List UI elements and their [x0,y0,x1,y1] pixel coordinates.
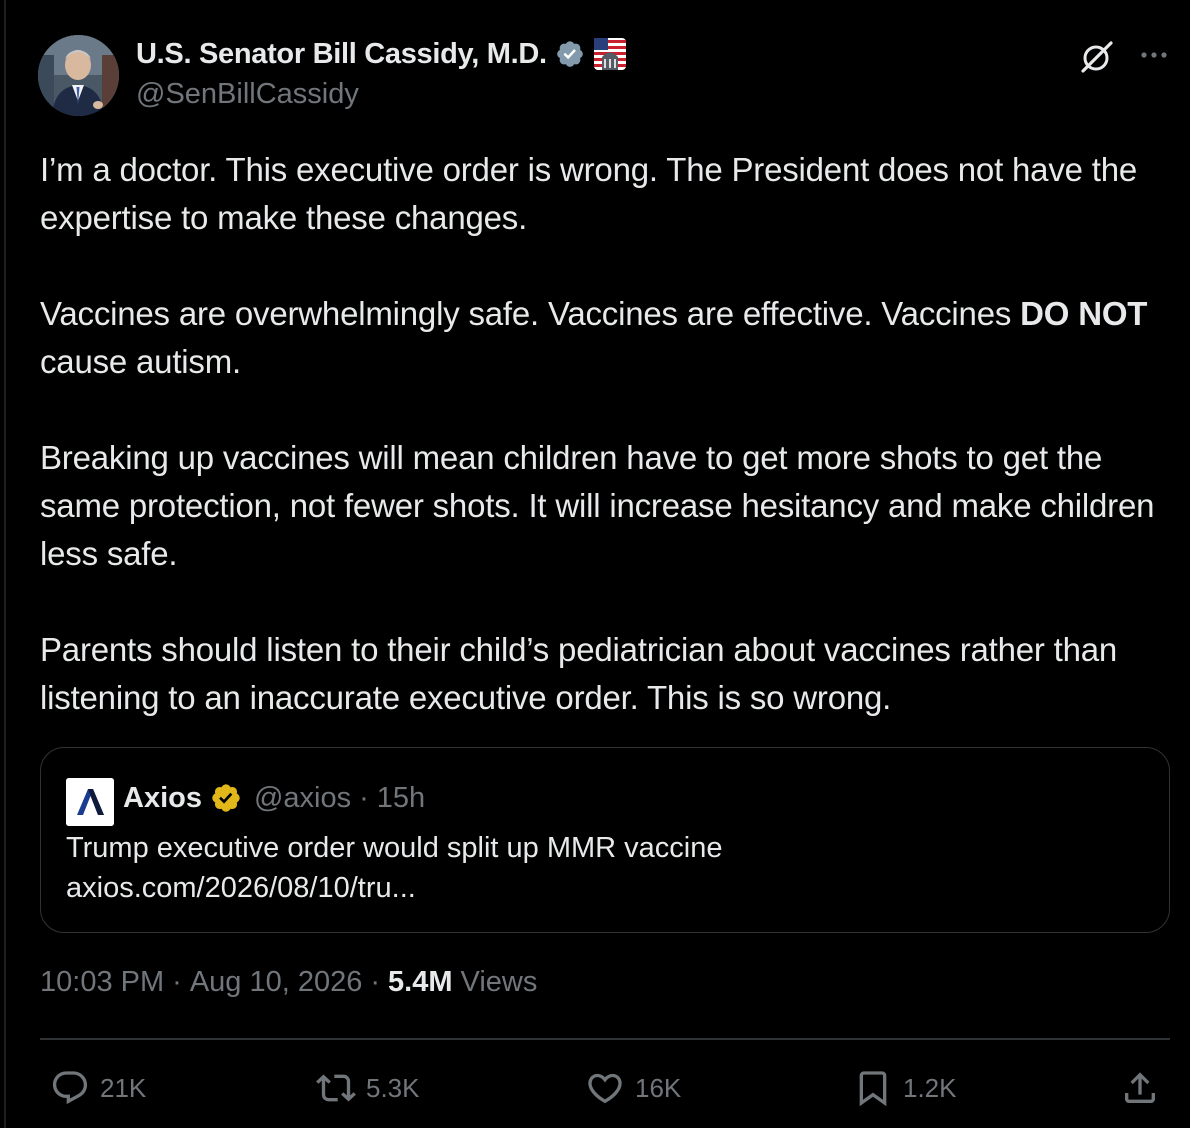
axios-logo-icon [66,778,114,826]
share-button[interactable] [1120,1068,1160,1108]
reply-button[interactable]: 21K [50,1068,146,1108]
action-bar: 21K 5.3K 16K 1.2K [40,1060,1170,1120]
column-border [4,0,6,1128]
government-badge-icon [593,38,626,70]
divider [40,1038,1170,1040]
heart-icon [588,1073,622,1104]
tweet-paragraph: Parents should listen to their child’s p… [40,631,1118,716]
quoted-author-name: Axios [123,781,202,814]
repost-count: 5.3K [366,1072,420,1103]
avatar[interactable] [38,35,119,116]
reply-count: 21K [100,1072,147,1103]
tweet-paragraph: I’m a doctor. This executive order is wr… [40,151,1138,236]
like-count: 16K [635,1072,682,1103]
repost-icon [316,1074,356,1102]
bookmark-count: 1.2K [903,1072,957,1103]
author-handle[interactable]: @SenBillCassidy [136,78,359,111]
post-date[interactable]: Aug 10, 2026 [190,966,363,999]
text-run: Vaccines are overwhelmingly safe. Vaccin… [40,295,1021,332]
reply-icon [52,1071,88,1105]
quoted-text-line: Trump executive order would split up MMR… [66,832,723,864]
quoted-timestamp: 15h [376,781,426,814]
share-icon [1125,1072,1155,1103]
more-options-icon[interactable] [1138,40,1170,70]
quoted-link[interactable]: axios.com/2026/08/10/tru... [66,868,723,908]
like-button[interactable]: 16K [585,1068,681,1108]
bookmark-icon [859,1071,887,1107]
emphasis-text: DO NOT [1020,295,1148,332]
quoted-author-handle: @axios [253,781,352,814]
grok-icon[interactable] [1078,38,1116,76]
author-display-name[interactable]: U.S. Senator Bill Cassidy, M.D. [136,38,547,71]
verified-org-badge-icon [212,784,240,812]
views-count[interactable]: 5.4M [388,966,452,999]
tweet-text: I’m a doctor. This executive order is wr… [40,146,1160,722]
tweet-paragraph: Vaccines are overwhelmingly safe. Vaccin… [40,290,1160,386]
text-run: cause autism. [40,343,241,380]
separator-dot: · [172,966,182,998]
separator-dot: · [359,781,369,814]
quoted-tweet-header: Axios @axios · 15h [123,776,425,820]
verified-badge-icon[interactable] [555,39,585,69]
quoted-tweet-card[interactable]: Axios @axios · 15h Trump executive order… [40,747,1170,933]
bookmark-button[interactable]: 1.2K [853,1068,957,1108]
tweet-paragraph: Breaking up vaccines will mean children … [40,439,1155,572]
tweet-meta: 10:03 PM · Aug 10, 2026 · 5.4M Views [40,966,537,999]
author-name-row: U.S. Senator Bill Cassidy, M.D. [136,34,627,74]
views-label: Views [460,966,538,998]
tweet-detail: U.S. Senator Bill Cassidy, M.D. @SenBill… [0,0,1190,1128]
post-time[interactable]: 10:03 PM [40,966,164,999]
separator-dot: · [370,966,381,998]
quoted-tweet-text: Trump executive order would split up MMR… [66,828,723,908]
repost-button[interactable]: 5.3K [316,1068,420,1108]
avatar-photo [38,35,119,116]
